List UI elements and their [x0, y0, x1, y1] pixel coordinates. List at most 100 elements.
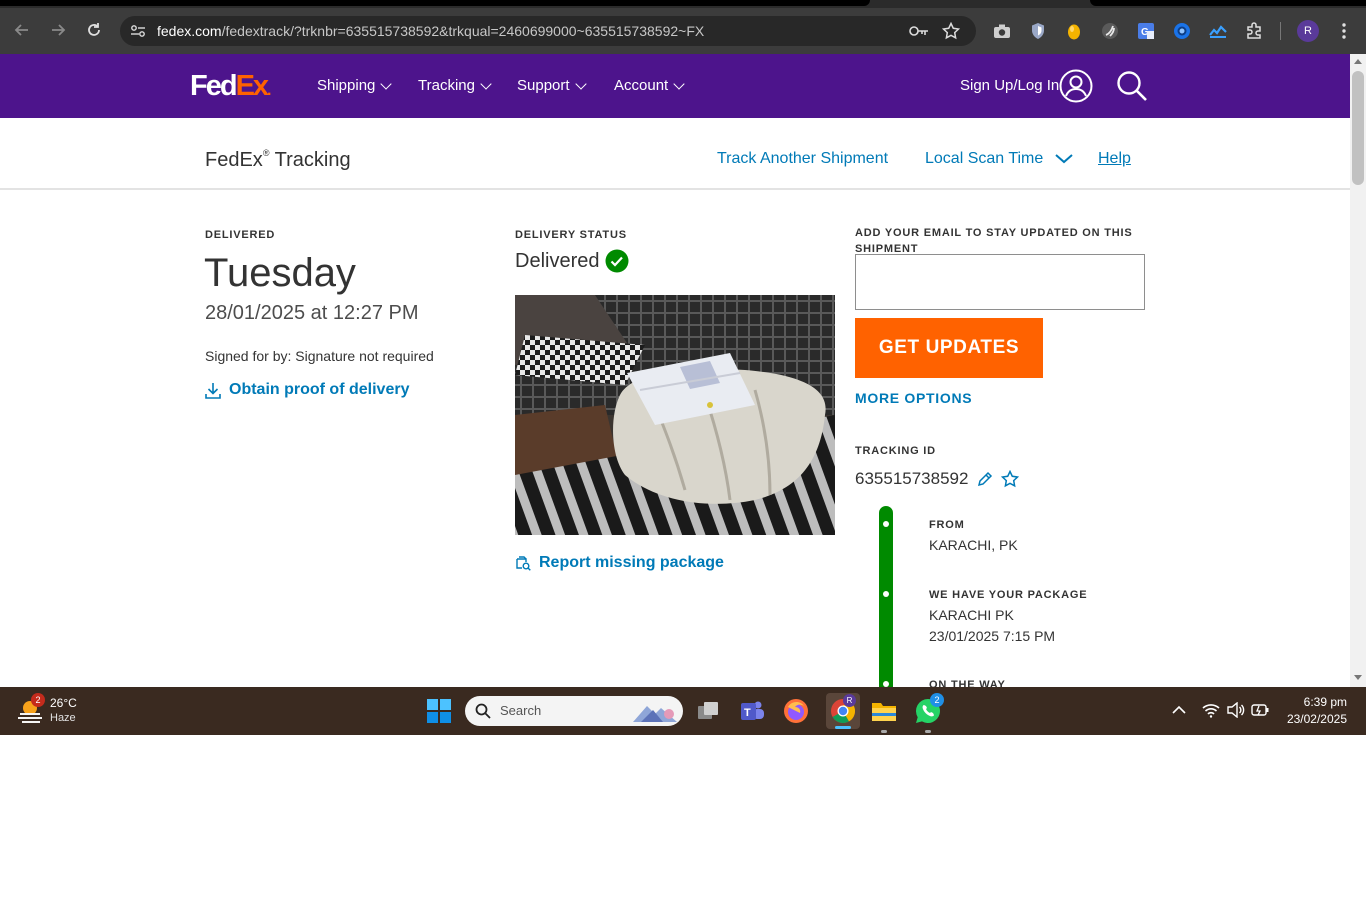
- page-title-brand: FedEx: [205, 149, 263, 171]
- weather-badge: 2: [31, 693, 45, 707]
- running-app-indicator: [881, 730, 887, 733]
- nav-support[interactable]: Support: [517, 77, 587, 94]
- chevron-up-icon[interactable]: [1172, 705, 1186, 715]
- report-missing-package-label: Report missing package: [539, 554, 724, 571]
- file-explorer-icon[interactable]: [870, 697, 898, 733]
- clock-time[interactable]: 6:39 pm: [1286, 695, 1347, 709]
- task-view-icon[interactable]: [694, 697, 722, 725]
- extensions-puzzle-icon[interactable]: [1244, 21, 1264, 41]
- reload-button[interactable]: [80, 16, 108, 44]
- chevron-down-icon: [673, 77, 685, 90]
- delivery-status: Delivered: [515, 249, 629, 273]
- chevron-down-icon: [1055, 154, 1073, 164]
- user-account-icon[interactable]: [1059, 69, 1093, 103]
- scrollbar-thumb[interactable]: [1352, 71, 1364, 185]
- timeline-dot: [883, 521, 889, 527]
- start-button[interactable]: [425, 697, 453, 725]
- teams-icon[interactable]: T: [738, 697, 766, 725]
- timeline-event-location: KARACHI PK: [929, 607, 1014, 623]
- obtain-proof-link[interactable]: Obtain proof of delivery: [205, 381, 409, 399]
- shield-extension-icon[interactable]: [1028, 21, 1048, 41]
- timeline-event-datetime: 23/01/2025 7:15 PM: [929, 628, 1056, 644]
- search-highlight-icon: [633, 706, 677, 722]
- screenshot-extension-icon[interactable]: [992, 21, 1012, 41]
- battery-icon[interactable]: [1251, 703, 1269, 717]
- proof-of-delivery-photo: [515, 295, 835, 535]
- delivery-datetime: 28/01/2025 at 12:27 PM: [205, 302, 419, 324]
- bookmark-star-icon[interactable]: [942, 22, 960, 40]
- chart-extension-icon[interactable]: [1208, 21, 1228, 41]
- weather-desc: Haze: [50, 712, 76, 724]
- nav-tracking[interactable]: Tracking: [418, 77, 492, 94]
- forward-arrow-icon: [52, 24, 66, 36]
- scroll-down-icon[interactable]: [1354, 675, 1362, 681]
- page-title: FedEx® Tracking: [205, 148, 351, 172]
- local-scan-time-label: Local Scan Time: [925, 150, 1044, 167]
- track-another-shipment-link[interactable]: Track Another Shipment: [717, 150, 888, 168]
- screen: fedex.com/fedextrack/?trknbr=63551573859…: [0, 0, 1366, 904]
- favorite-star-icon[interactable]: [1001, 470, 1020, 488]
- scroll-up-icon[interactable]: [1354, 58, 1362, 64]
- tracking-subheader: FedEx® Tracking Track Another Shipment L…: [0, 118, 1350, 190]
- email-updates-label: ADD YOUR EMAIL TO STAY UPDATED ON THIS S…: [855, 227, 1133, 255]
- email-input[interactable]: [855, 254, 1145, 310]
- address-bar[interactable]: fedex.com/fedextrack/?trknbr=63551573859…: [120, 16, 976, 46]
- url-path: /fedextrack/?trknbr=635515738592&trkqual…: [221, 23, 705, 39]
- fedex-header: FedEx. Shipping Tracking Support Account…: [0, 54, 1350, 118]
- nav-shipping[interactable]: Shipping: [317, 77, 393, 94]
- delivery-status-value: Delivered: [515, 249, 600, 272]
- nav-tracking-label: Tracking: [418, 77, 475, 94]
- search-icon[interactable]: [1116, 70, 1148, 102]
- search-icon: [475, 703, 491, 719]
- edit-pencil-icon[interactable]: [976, 471, 993, 488]
- chevron-down-icon: [574, 77, 587, 90]
- fedex-logo[interactable]: FedEx.: [190, 70, 272, 103]
- volume-icon[interactable]: [1227, 702, 1245, 718]
- forward-button[interactable]: [44, 16, 72, 44]
- logo-dot: .: [267, 82, 272, 99]
- logo-ex: Ex: [235, 70, 270, 102]
- logo-fed: Fed: [190, 70, 238, 102]
- get-updates-button[interactable]: GET UPDATES: [855, 318, 1043, 378]
- chrome-taskbar-icon[interactable]: R: [826, 693, 860, 729]
- delivery-photo-image: [515, 295, 835, 535]
- firefox-icon[interactable]: [782, 697, 810, 725]
- wifi-icon[interactable]: [1202, 702, 1220, 718]
- tab-strip-area: [1090, 0, 1366, 6]
- tracking-id-row: 635515738592: [855, 469, 1020, 489]
- active-tab[interactable]: [0, 0, 870, 6]
- local-scan-time-dropdown[interactable]: Local Scan Time: [925, 150, 1073, 168]
- signup-login-label: Sign Up/Log In: [960, 77, 1060, 94]
- password-key-icon[interactable]: [909, 24, 929, 38]
- egg-extension-icon[interactable]: [1064, 21, 1084, 41]
- swirl-extension-icon[interactable]: [1100, 21, 1120, 41]
- chevron-down-icon: [480, 77, 492, 90]
- page-title-suffix: Tracking: [269, 149, 351, 171]
- running-app-indicator: [925, 730, 931, 733]
- nav-account[interactable]: Account: [614, 77, 685, 94]
- timeline-event-clipped: ON THE WAY: [929, 679, 1006, 687]
- toolbar-divider: [1280, 22, 1281, 40]
- site-info-icon[interactable]: [130, 24, 146, 38]
- back-button[interactable]: [8, 16, 36, 44]
- taskbar-search[interactable]: Search: [465, 696, 683, 726]
- url-text[interactable]: fedex.com/fedextrack/?trknbr=63551573859…: [157, 23, 704, 39]
- translate-extension-icon[interactable]: G: [1136, 21, 1156, 41]
- weather-temp: 26°C: [50, 696, 77, 710]
- windows-taskbar: 2 26°C Haze Search T R 2 6:39 pm 23/02/2…: [0, 687, 1366, 735]
- report-missing-package-link[interactable]: Report missing package: [515, 554, 724, 572]
- circle-extension-icon[interactable]: [1172, 21, 1192, 41]
- nav-account-label: Account: [614, 77, 669, 94]
- profile-avatar[interactable]: R: [1297, 20, 1319, 42]
- obtain-proof-label: Obtain proof of delivery: [229, 381, 410, 398]
- weather-widget[interactable]: 2: [16, 693, 46, 727]
- signup-login-link[interactable]: Sign Up/Log In: [960, 77, 1059, 94]
- whatsapp-icon[interactable]: 2: [914, 693, 944, 733]
- active-app-indicator: [835, 726, 851, 729]
- clock-date[interactable]: 23/02/2025: [1276, 712, 1347, 726]
- browser-menu-icon[interactable]: [1334, 21, 1354, 41]
- help-link[interactable]: Help: [1098, 150, 1131, 168]
- chevron-down-icon: [380, 77, 393, 90]
- more-options-link[interactable]: MORE OPTIONS: [855, 390, 972, 406]
- reload-icon: [88, 23, 100, 36]
